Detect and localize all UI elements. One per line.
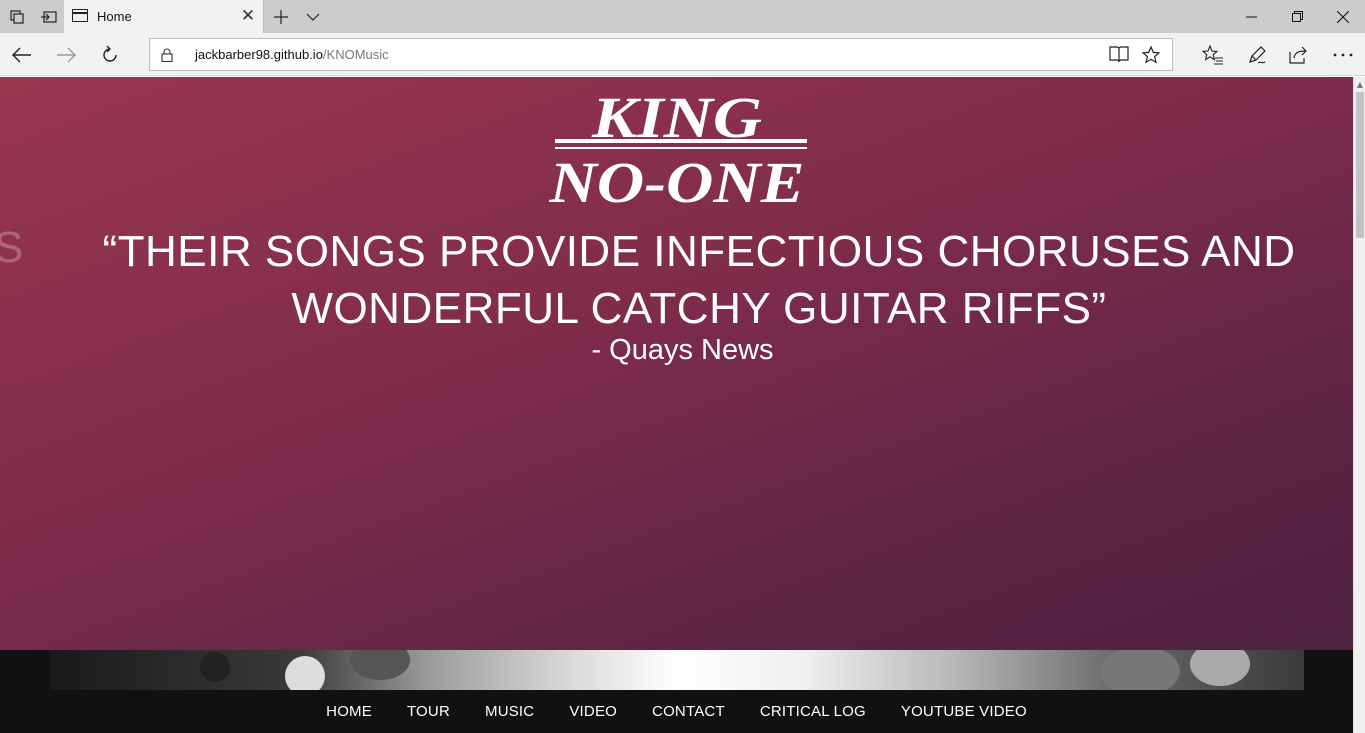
more-icon[interactable] [1321,33,1365,76]
tab-bar: Home ✕ [0,0,1365,33]
reading-view-icon[interactable] [1104,39,1134,70]
main-nav: HOME TOUR MUSIC VIDEO CONTACT CRITICAL L… [0,690,1353,733]
lock-icon [161,48,173,62]
star-icon[interactable] [1136,39,1166,70]
hero-section: KING NO-ONE S “THEIR SONGS PROVIDE INFEC… [0,77,1353,650]
nav-item-home[interactable]: HOME [309,703,390,720]
set-aside-tabs-icon[interactable] [36,0,62,33]
tab-title: Home [97,9,132,24]
address-bar: jackbarber98.github.io/KNOMusic [0,33,1365,76]
url-text: jackbarber98.github.io/KNOMusic [195,39,389,70]
tab-home[interactable]: Home ✕ [64,0,264,33]
band-logo: KING NO-ONE [548,87,807,207]
tab-manager-icon[interactable] [4,0,30,33]
pen-icon[interactable] [1235,33,1279,76]
close-icon[interactable]: ✕ [240,0,256,33]
back-icon[interactable] [2,33,42,76]
nav-item-critical-log[interactable]: CRITICAL LOG [742,703,883,720]
nav-item-video[interactable]: VIDEO [552,703,635,720]
nav-item-contact[interactable]: CONTACT [635,703,743,720]
nav-item-youtube-video[interactable]: YOUTUBE VIDEO [883,703,1044,720]
page-icon [72,9,88,22]
scrollbar[interactable]: ▲ [1353,77,1365,733]
forward-icon[interactable] [46,33,86,76]
new-tab-icon[interactable] [268,0,294,33]
share-icon[interactable] [1277,33,1321,76]
restore-icon[interactable] [1274,0,1320,33]
scroll-thumb[interactable] [1356,92,1364,238]
url-domain: jackbarber98.github.io [195,47,323,62]
quote-source: - Quays News [591,334,774,366]
scroll-up-icon[interactable]: ▲ [1354,77,1365,91]
favorites-icon[interactable] [1191,33,1235,76]
press-quote: “THEIR SONGS PROVIDE INFECTIOUS CHORUSES… [102,227,1296,333]
nav-item-tour[interactable]: TOUR [389,703,467,720]
window-close-icon[interactable] [1320,0,1365,33]
carousel-previous-fragment: S [0,223,24,272]
url-field[interactable]: jackbarber98.github.io/KNOMusic [149,38,1173,71]
logo-line-2: NO-ONE [548,150,804,207]
nav-item-music[interactable]: MUSIC [468,703,552,720]
url-path: /KNOMusic [322,47,389,62]
refresh-icon[interactable] [90,33,130,76]
nav-list: HOME TOUR MUSIC VIDEO CONTACT CRITICAL L… [309,703,1045,720]
chevron-down-icon[interactable] [300,0,326,33]
page-viewport: KING NO-ONE S “THEIR SONGS PROVIDE INFEC… [0,77,1353,733]
band-photo [50,650,1304,690]
minimize-icon[interactable] [1228,0,1274,33]
